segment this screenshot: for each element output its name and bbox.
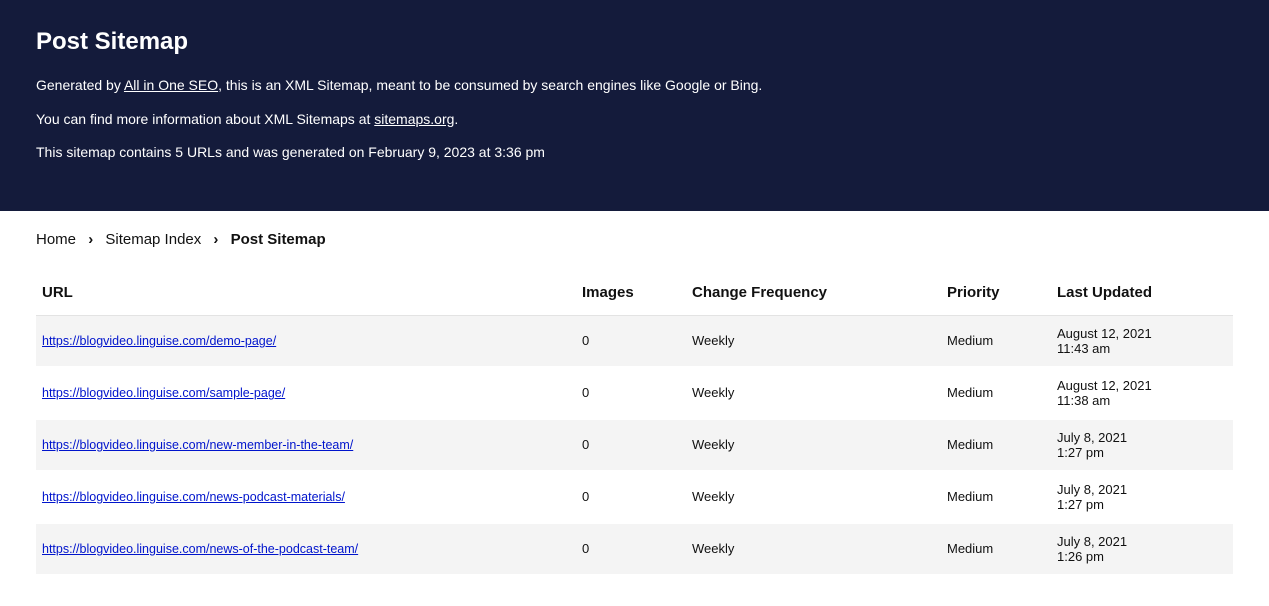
cell-last-updated: July 8, 20211:27 pm xyxy=(1051,419,1233,471)
page-title: Post Sitemap xyxy=(36,28,1233,56)
table-row: https://blogvideo.linguise.com/demo-page… xyxy=(36,315,1233,367)
updated-time: 1:27 pm xyxy=(1057,497,1227,512)
header-line-generator: Generated by All in One SEO, this is an … xyxy=(36,76,1233,96)
chevron-right-icon: › xyxy=(213,231,218,248)
page-header: Post Sitemap Generated by All in One SEO… xyxy=(0,0,1269,211)
col-header-priority: Priority xyxy=(941,274,1051,316)
cell-change-frequency: Weekly xyxy=(686,419,941,471)
breadcrumb-home[interactable]: Home xyxy=(36,231,76,248)
updated-date: July 8, 2021 xyxy=(1057,430,1227,445)
cell-url: https://blogvideo.linguise.com/sample-pa… xyxy=(36,367,576,419)
table-row: https://blogvideo.linguise.com/news-podc… xyxy=(36,471,1233,523)
text: Generated by xyxy=(36,77,124,93)
breadcrumb-current: Post Sitemap xyxy=(231,231,326,248)
breadcrumb: Home › Sitemap Index › Post Sitemap xyxy=(36,231,1233,248)
cell-images: 0 xyxy=(576,471,686,523)
col-header-url: URL xyxy=(36,274,576,316)
text: You can find more information about XML … xyxy=(36,111,374,127)
cell-priority: Medium xyxy=(941,471,1051,523)
cell-priority: Medium xyxy=(941,367,1051,419)
updated-time: 11:38 am xyxy=(1057,393,1227,408)
col-header-change-frequency: Change Frequency xyxy=(686,274,941,316)
updated-date: August 12, 2021 xyxy=(1057,326,1227,341)
cell-url: https://blogvideo.linguise.com/new-membe… xyxy=(36,419,576,471)
cell-images: 0 xyxy=(576,367,686,419)
cell-url: https://blogvideo.linguise.com/news-podc… xyxy=(36,471,576,523)
cell-last-updated: July 8, 20211:27 pm xyxy=(1051,471,1233,523)
cell-change-frequency: Weekly xyxy=(686,523,941,575)
updated-date: July 8, 2021 xyxy=(1057,534,1227,549)
breadcrumb-sitemap-index[interactable]: Sitemap Index xyxy=(105,231,201,248)
cell-priority: Medium xyxy=(941,419,1051,471)
cell-images: 0 xyxy=(576,419,686,471)
cell-images: 0 xyxy=(576,315,686,367)
sitemaps-org-link[interactable]: sitemaps.org xyxy=(374,111,454,127)
cell-change-frequency: Weekly xyxy=(686,315,941,367)
table-row: https://blogvideo.linguise.com/sample-pa… xyxy=(36,367,1233,419)
generator-link[interactable]: All in One SEO xyxy=(124,77,218,93)
cell-priority: Medium xyxy=(941,523,1051,575)
updated-time: 11:43 am xyxy=(1057,341,1227,356)
cell-change-frequency: Weekly xyxy=(686,367,941,419)
header-line-stats: This sitemap contains 5 URLs and was gen… xyxy=(36,143,1233,163)
cell-last-updated: August 12, 202111:38 am xyxy=(1051,367,1233,419)
url-link[interactable]: https://blogvideo.linguise.com/news-podc… xyxy=(42,490,345,504)
col-header-images: Images xyxy=(576,274,686,316)
url-link[interactable]: https://blogvideo.linguise.com/news-of-t… xyxy=(42,542,358,556)
updated-date: August 12, 2021 xyxy=(1057,378,1227,393)
cell-last-updated: August 12, 202111:43 am xyxy=(1051,315,1233,367)
table-row: https://blogvideo.linguise.com/new-membe… xyxy=(36,419,1233,471)
cell-change-frequency: Weekly xyxy=(686,471,941,523)
cell-priority: Medium xyxy=(941,315,1051,367)
chevron-right-icon: › xyxy=(88,231,93,248)
cell-images: 0 xyxy=(576,523,686,575)
text: , this is an XML Sitemap, meant to be co… xyxy=(218,77,762,93)
table-header-row: URL Images Change Frequency Priority Las… xyxy=(36,274,1233,316)
header-line-moreinfo: You can find more information about XML … xyxy=(36,110,1233,130)
cell-last-updated: July 8, 20211:26 pm xyxy=(1051,523,1233,575)
content-area: Home › Sitemap Index › Post Sitemap URL … xyxy=(0,211,1269,606)
table-row: https://blogvideo.linguise.com/news-of-t… xyxy=(36,523,1233,575)
url-link[interactable]: https://blogvideo.linguise.com/sample-pa… xyxy=(42,386,285,400)
url-link[interactable]: https://blogvideo.linguise.com/new-membe… xyxy=(42,438,353,452)
text: . xyxy=(454,111,458,127)
cell-url: https://blogvideo.linguise.com/demo-page… xyxy=(36,315,576,367)
updated-time: 1:27 pm xyxy=(1057,445,1227,460)
cell-url: https://blogvideo.linguise.com/news-of-t… xyxy=(36,523,576,575)
sitemap-table: URL Images Change Frequency Priority Las… xyxy=(36,274,1233,576)
updated-date: July 8, 2021 xyxy=(1057,482,1227,497)
col-header-last-updated: Last Updated xyxy=(1051,274,1233,316)
url-link[interactable]: https://blogvideo.linguise.com/demo-page… xyxy=(42,334,276,348)
